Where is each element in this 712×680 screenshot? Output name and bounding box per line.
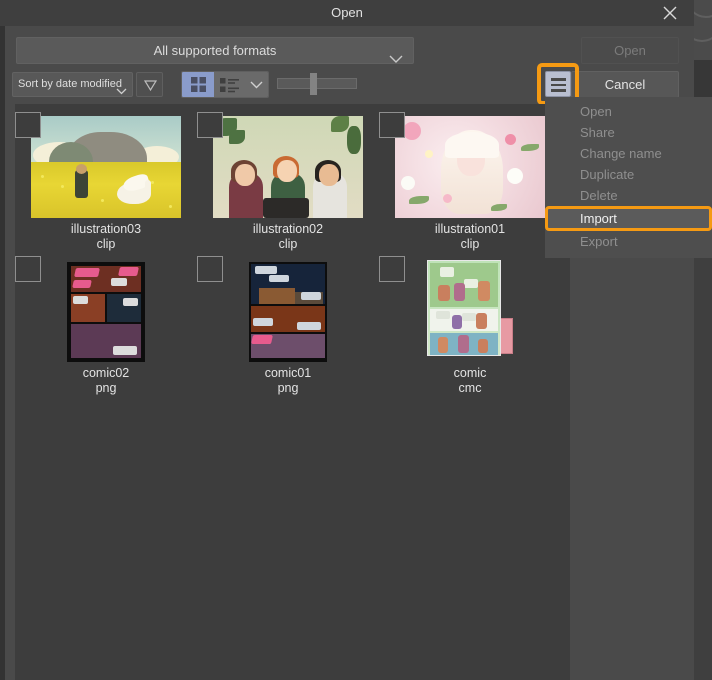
file-thumbnail [197, 256, 379, 362]
menu-item-open: Open [580, 104, 612, 119]
file-name: comic01 [264, 366, 312, 380]
menu-item-delete: Delete [580, 188, 618, 203]
file-row: illustration03 clip illustration02 clip … [15, 108, 570, 252]
file-thumbnail [197, 112, 379, 218]
menu-item-change-name: Change name [580, 146, 662, 161]
sort-dropdown-label: Sort by date modified [18, 78, 122, 90]
file-context-menu: Open Share Change name Duplicate Delete … [545, 97, 712, 258]
file-grid: illustration03 clip illustration02 clip … [15, 104, 570, 396]
dialog-left-edge [0, 0, 5, 680]
menu-item-export: Export [580, 234, 618, 249]
file-extension: clip [278, 237, 298, 251]
format-filter-label: All supported formats [153, 43, 277, 58]
file-item[interactable]: illustration02 clip [197, 108, 379, 252]
file-thumbnail [379, 112, 561, 218]
thumbnail-comic-page-dark [67, 262, 145, 362]
file-extension: clip [460, 237, 480, 251]
file-name: illustration01 [434, 222, 506, 236]
file-checkbox[interactable] [197, 256, 223, 282]
file-extension: clip [96, 237, 116, 251]
file-name: comic02 [82, 366, 130, 380]
open-file-dialog: Open All supported formats Open Cancel S… [0, 0, 712, 680]
file-thumbnail [15, 256, 197, 362]
thumbnail-floral-portrait [395, 116, 545, 218]
thumbnail-field-goose-mountain [31, 116, 181, 218]
hamburger-menu-icon[interactable] [545, 71, 571, 97]
file-row: comic02 png comic01 png comic cmc [15, 252, 570, 396]
screen: Open All supported formats Open Cancel S… [0, 0, 712, 680]
sort-direction-button[interactable] [136, 72, 163, 97]
file-name: illustration02 [252, 222, 324, 236]
format-filter-dropdown[interactable]: All supported formats [16, 37, 414, 64]
open-button[interactable]: Open [581, 37, 679, 64]
chevron-down-icon [389, 47, 403, 72]
file-checkbox[interactable] [15, 112, 41, 138]
list-view-icon[interactable] [214, 72, 244, 97]
close-icon[interactable] [661, 4, 679, 22]
menu-item-import[interactable]: Import [545, 206, 712, 231]
file-thumbnail [15, 112, 197, 218]
file-name: comic [453, 366, 487, 380]
file-item[interactable]: comic01 png [197, 252, 379, 396]
thumbnail-comic-page-stack [427, 260, 513, 362]
chevron-down-icon[interactable] [244, 72, 268, 97]
file-thumbnail [379, 256, 561, 362]
thumbnail-comic-page-night [249, 262, 327, 362]
file-extension: png [95, 381, 117, 395]
grid-view-icon[interactable] [182, 72, 214, 97]
dialog-title: Open [331, 5, 363, 20]
file-extension: cmc [458, 381, 482, 395]
view-mode-toggle-group [181, 71, 269, 98]
thumbnail-size-slider[interactable] [277, 73, 357, 95]
file-item[interactable]: illustration01 clip [379, 108, 561, 252]
chevron-down-icon [116, 81, 127, 104]
file-checkbox[interactable] [379, 256, 405, 282]
dialog-titlebar: Open [0, 0, 694, 26]
file-item[interactable]: illustration03 clip [15, 108, 197, 252]
cancel-button[interactable]: Cancel [571, 71, 679, 98]
file-name: illustration03 [70, 222, 142, 236]
file-item[interactable]: comic cmc [379, 252, 561, 396]
menu-item-duplicate: Duplicate [580, 167, 635, 182]
thumbnail-size-slider-handle[interactable] [310, 73, 318, 95]
file-checkbox[interactable] [197, 112, 223, 138]
file-checkbox[interactable] [379, 112, 405, 138]
sort-dropdown[interactable]: Sort by date modified [12, 72, 133, 97]
triangle-down-icon [144, 80, 157, 91]
thumbnail-three-characters-cafe [213, 116, 363, 218]
menu-item-share: Share [580, 125, 615, 140]
file-extension: png [277, 381, 299, 395]
file-checkbox[interactable] [15, 256, 41, 282]
file-item[interactable]: comic02 png [15, 252, 197, 396]
file-list[interactable]: illustration03 clip illustration02 clip … [15, 104, 570, 680]
